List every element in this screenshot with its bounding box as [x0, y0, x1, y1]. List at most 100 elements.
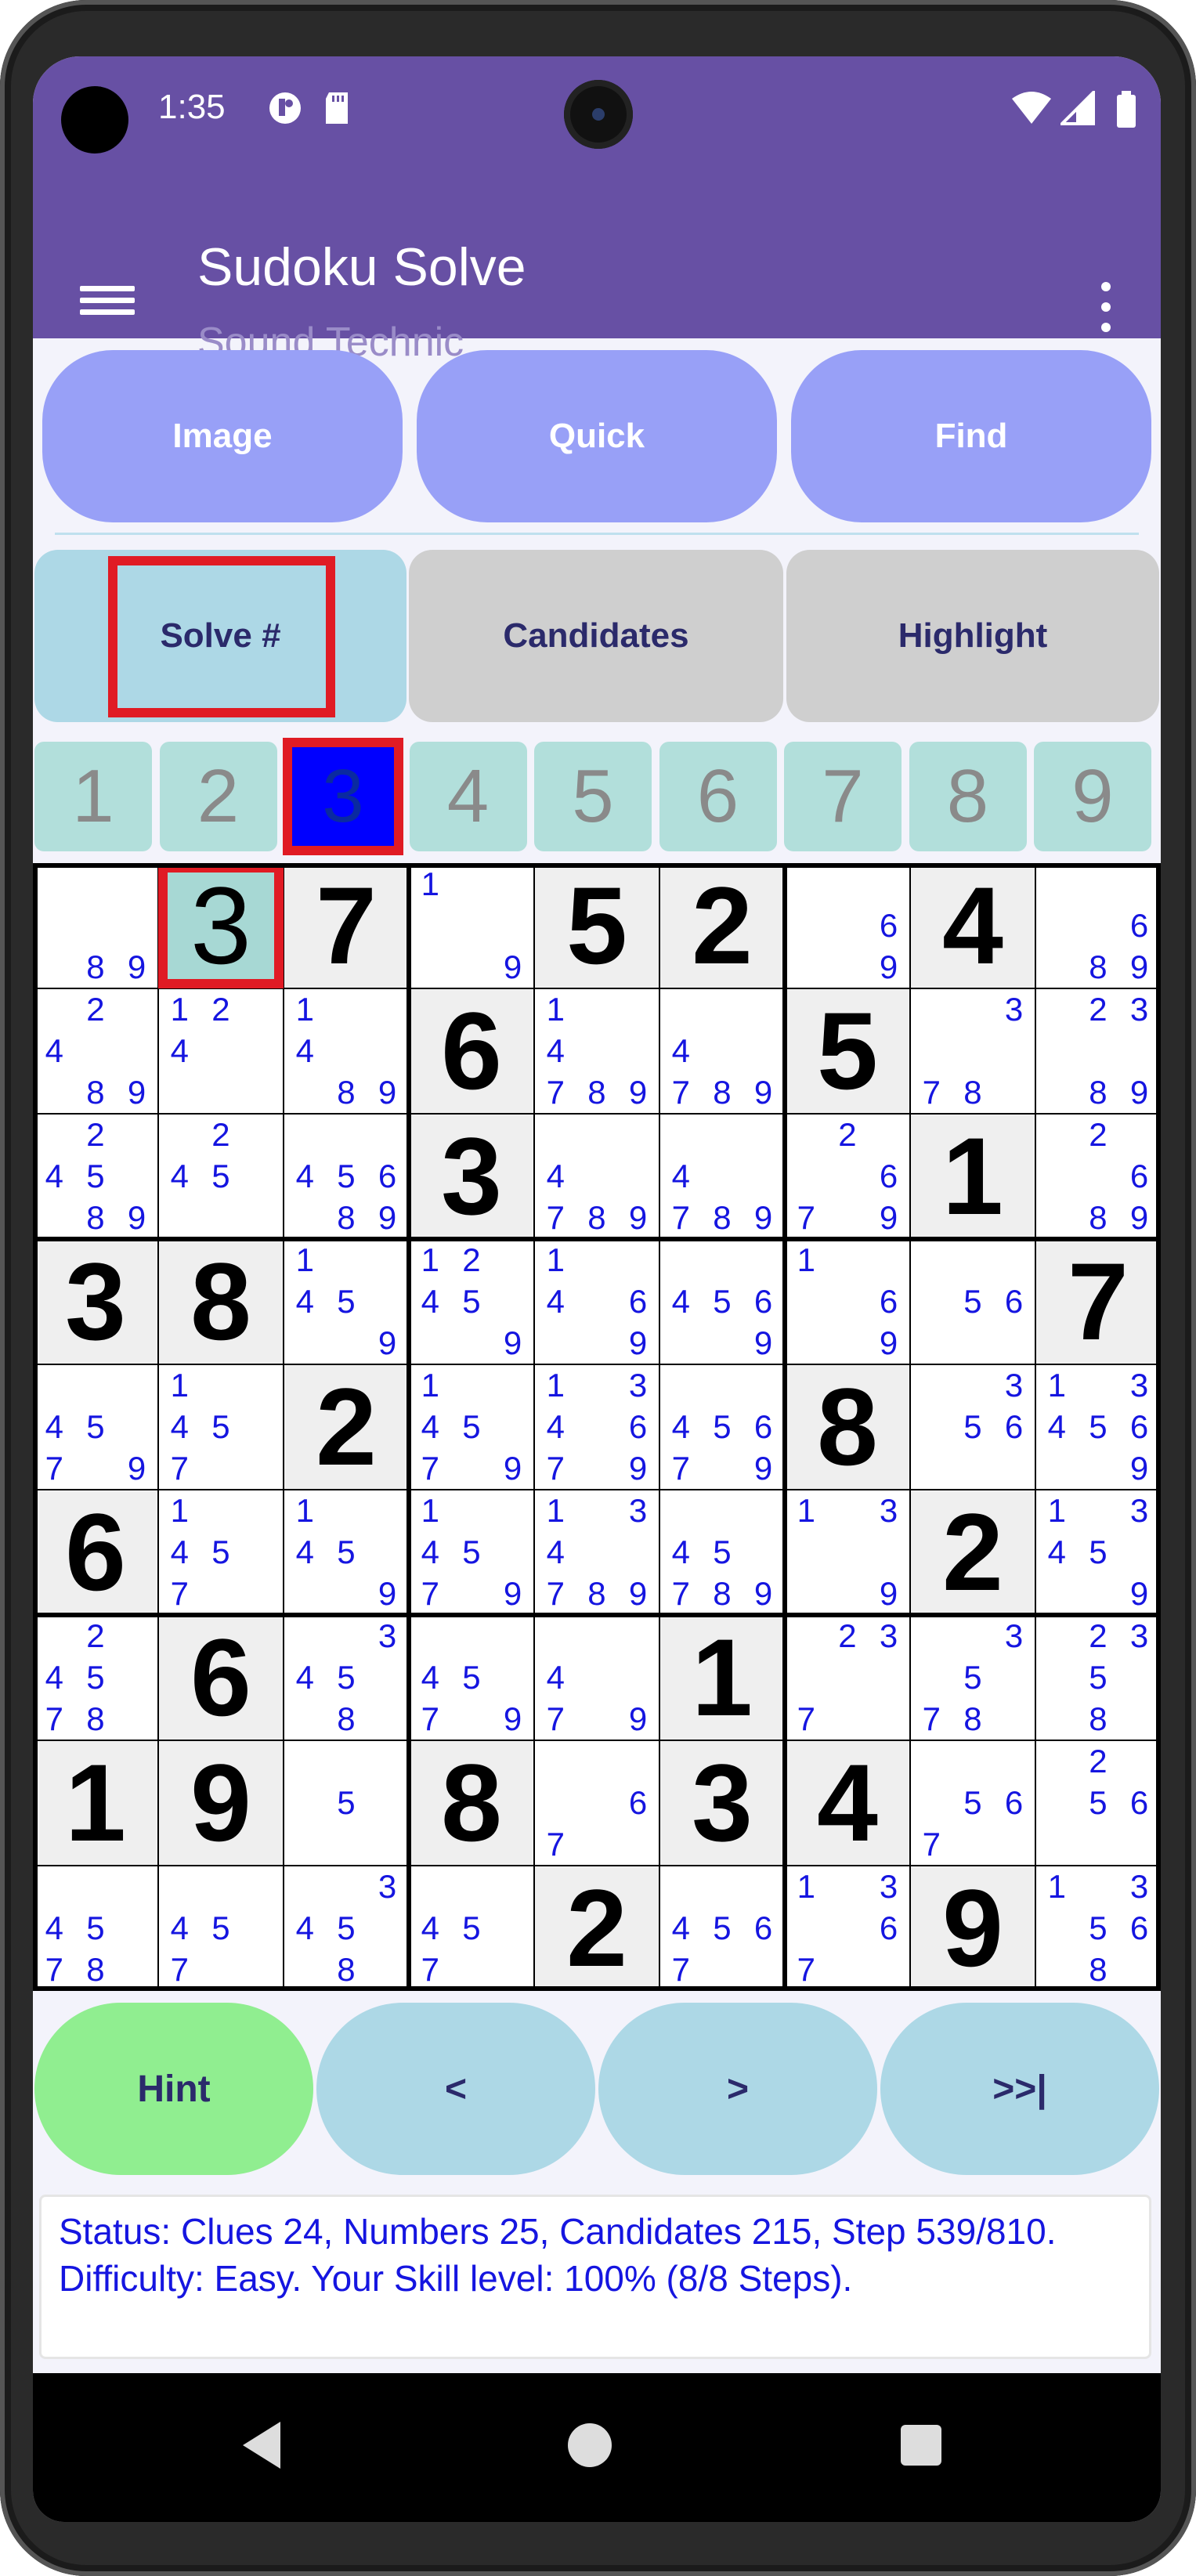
image-button[interactable]: Image	[42, 350, 403, 522]
number-key-6[interactable]: 6	[659, 742, 777, 851]
grid-cell-r3c3[interactable]: 45689	[284, 1114, 409, 1239]
grid-cell-r2c2[interactable]: 124	[158, 988, 284, 1114]
grid-cell-r2c5[interactable]: 14 789	[534, 988, 659, 1114]
grid-cell-r9c9[interactable]: 1 3568	[1035, 1866, 1161, 1991]
grid-cell-r2c7[interactable]: 5	[785, 988, 910, 1114]
grid-cell-r4c3[interactable]: 1459	[284, 1239, 409, 1364]
grid-cell-r6c4[interactable]: 1457 9	[409, 1490, 534, 1615]
quick-button[interactable]: Quick	[417, 350, 777, 522]
grid-cell-r7c8[interactable]: 3578	[910, 1615, 1035, 1740]
grid-cell-r7c1[interactable]: 24578	[33, 1615, 158, 1740]
grid-cell-r4c6[interactable]: 456 9	[659, 1239, 785, 1364]
grid-cell-r6c3[interactable]: 1459	[284, 1490, 409, 1615]
grid-cell-r9c5[interactable]: 2	[534, 1866, 659, 1991]
grid-cell-r2c4[interactable]: 6	[409, 988, 534, 1114]
number-key-8[interactable]: 8	[909, 742, 1027, 851]
grid-cell-r1c4[interactable]: 19	[409, 863, 534, 988]
grid-cell-r7c3[interactable]: 3 45 8	[284, 1615, 409, 1740]
hint-button[interactable]: Hint	[34, 2003, 313, 2175]
grid-cell-r8c1[interactable]: 1	[33, 1740, 158, 1866]
grid-cell-r9c1[interactable]: 4578	[33, 1866, 158, 1991]
grid-cell-r8c3[interactable]: 5	[284, 1740, 409, 1866]
recents-icon[interactable]	[901, 2425, 941, 2466]
grid-cell-r3c7[interactable]: 26 7 9	[785, 1114, 910, 1239]
grid-cell-r1c8[interactable]: 4	[910, 863, 1035, 988]
overflow-menu-icon[interactable]	[1098, 282, 1114, 345]
grid-cell-r5c2[interactable]: 1457	[158, 1364, 284, 1490]
grid-cell-r8c6[interactable]: 3	[659, 1740, 785, 1866]
grid-cell-r2c6[interactable]: 4 789	[659, 988, 785, 1114]
hamburger-menu-icon[interactable]	[80, 280, 135, 327]
number-key-9[interactable]: 9	[1034, 742, 1151, 851]
grid-cell-r6c1[interactable]: 6	[33, 1490, 158, 1615]
grid-cell-r2c1[interactable]: 2489	[33, 988, 158, 1114]
grid-cell-r5c6[interactable]: 456 7 9	[659, 1364, 785, 1490]
number-key-2[interactable]: 2	[159, 742, 277, 851]
grid-cell-r3c2[interactable]: 245	[158, 1114, 284, 1239]
grid-cell-r5c5[interactable]: 1 3 4 6 7 9	[534, 1364, 659, 1490]
grid-cell-r2c8[interactable]: 3 78	[910, 988, 1035, 1114]
grid-cell-r1c7[interactable]: 69	[785, 863, 910, 988]
grid-cell-r6c5[interactable]: 1 3 4 789	[534, 1490, 659, 1615]
grid-cell-r8c8[interactable]: 56 7	[910, 1740, 1035, 1866]
grid-cell-r1c6[interactable]: 2	[659, 863, 785, 988]
grid-cell-r1c1[interactable]: 89	[33, 863, 158, 988]
grid-cell-r7c2[interactable]: 6	[158, 1615, 284, 1740]
grid-cell-r7c7[interactable]: 23 7	[785, 1615, 910, 1740]
grid-cell-r9c4[interactable]: 457	[409, 1866, 534, 1991]
grid-cell-r9c8[interactable]: 9	[910, 1866, 1035, 1991]
grid-cell-r7c9[interactable]: 235 8	[1035, 1615, 1161, 1740]
grid-cell-r6c8[interactable]: 2	[910, 1490, 1035, 1615]
grid-cell-r9c2[interactable]: 457	[158, 1866, 284, 1991]
grid-cell-r1c5[interactable]: 5	[534, 863, 659, 988]
grid-cell-r6c2[interactable]: 1457	[158, 1490, 284, 1615]
grid-cell-r5c1[interactable]: 457 9	[33, 1364, 158, 1490]
number-key-4[interactable]: 4	[409, 742, 527, 851]
grid-cell-r8c9[interactable]: 256	[1035, 1740, 1161, 1866]
grid-cell-r6c6[interactable]: 45789	[659, 1490, 785, 1615]
grid-cell-r4c4[interactable]: 12459	[409, 1239, 534, 1364]
back-icon[interactable]	[243, 2422, 280, 2469]
grid-cell-r7c6[interactable]: 1	[659, 1615, 785, 1740]
grid-cell-r3c4[interactable]: 3	[409, 1114, 534, 1239]
grid-cell-r8c4[interactable]: 8	[409, 1740, 534, 1866]
grid-cell-r8c2[interactable]: 9	[158, 1740, 284, 1866]
grid-cell-r1c9[interactable]: 689	[1035, 863, 1161, 988]
find-button[interactable]: Find	[791, 350, 1151, 522]
grid-cell-r9c7[interactable]: 1 36 7	[785, 1866, 910, 1991]
grid-cell-r5c4[interactable]: 1457 9	[409, 1364, 534, 1490]
grid-cell-r7c5[interactable]: 4 7 9	[534, 1615, 659, 1740]
number-key-1[interactable]: 1	[34, 742, 152, 851]
grid-cell-r5c3[interactable]: 2	[284, 1364, 409, 1490]
grid-cell-r5c9[interactable]: 1 3 456 9	[1035, 1364, 1161, 1490]
grid-cell-r3c8[interactable]: 1	[910, 1114, 1035, 1239]
grid-cell-r4c1[interactable]: 3	[33, 1239, 158, 1364]
grid-cell-r9c6[interactable]: 456 7	[659, 1866, 785, 1991]
home-icon[interactable]	[568, 2423, 612, 2467]
grid-cell-r2c3[interactable]: 1489	[284, 988, 409, 1114]
grid-cell-r6c7[interactable]: 1 3 9	[785, 1490, 910, 1615]
candidates-button[interactable]: Candidates	[409, 550, 783, 722]
grid-cell-r4c5[interactable]: 14 6 9	[534, 1239, 659, 1364]
number-key-5[interactable]: 5	[534, 742, 652, 851]
grid-cell-r4c7[interactable]: 1 6 9	[785, 1239, 910, 1364]
grid-cell-r3c5[interactable]: 4 789	[534, 1114, 659, 1239]
grid-cell-r9c3[interactable]: 3 45 8	[284, 1866, 409, 1991]
grid-cell-r5c7[interactable]: 8	[785, 1364, 910, 1490]
grid-cell-r3c9[interactable]: 2689	[1035, 1114, 1161, 1239]
grid-cell-r4c8[interactable]: 56	[910, 1239, 1035, 1364]
grid-cell-r2c9[interactable]: 23 89	[1035, 988, 1161, 1114]
grid-cell-r4c9[interactable]: 7	[1035, 1239, 1161, 1364]
grid-cell-r6c9[interactable]: 1 3 459	[1035, 1490, 1161, 1615]
next-step-button[interactable]: >	[598, 2003, 877, 2175]
grid-cell-r3c6[interactable]: 4 789	[659, 1114, 785, 1239]
grid-cell-r1c3[interactable]: 7	[284, 863, 409, 988]
grid-cell-r5c8[interactable]: 356	[910, 1364, 1035, 1490]
skip-to-end-button[interactable]: >>|	[880, 2003, 1159, 2175]
highlight-button[interactable]: Highlight	[786, 550, 1159, 722]
previous-step-button[interactable]: <	[316, 2003, 595, 2175]
grid-cell-r7c4[interactable]: 457 9	[409, 1615, 534, 1740]
grid-cell-r8c7[interactable]: 4	[785, 1740, 910, 1866]
number-key-7[interactable]: 7	[784, 742, 902, 851]
grid-cell-r3c1[interactable]: 245 89	[33, 1114, 158, 1239]
